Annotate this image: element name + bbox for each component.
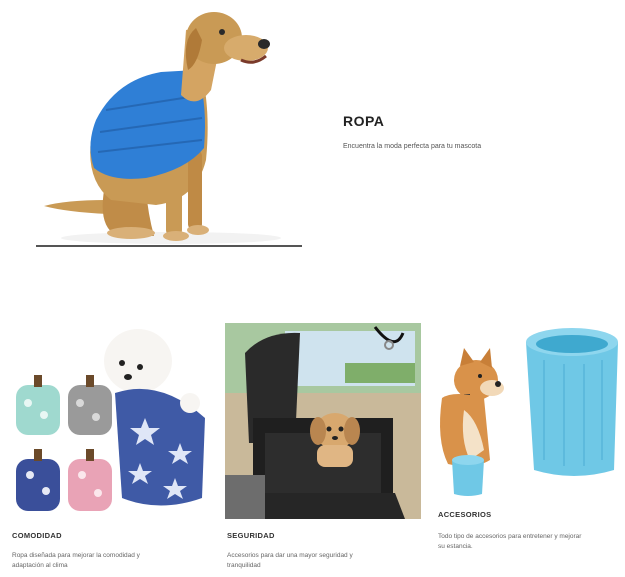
seguridad-image [225,323,421,519]
card-description-line: Todo tipo de accesorios para entretener … [438,533,582,540]
card-title-accesorios: ACCESORIOS [438,510,492,519]
card-description-line: su estancia. [438,543,473,550]
card-description-line: adaptación al clima [12,562,68,569]
hero-image [36,0,302,250]
card-description-line: Accesorios para dar una mayor seguridad … [227,552,353,559]
card-description-comodidad: Ropa diseñada para mejorar la comodidad … [12,551,140,571]
dog-in-vest-illustration [36,0,302,250]
card-description-seguridad: Accesorios para dar una mayor seguridad … [227,551,353,571]
hero-underline [36,245,302,247]
paw-cleaner-illustration [434,320,622,498]
card-title-seguridad: SEGURIDAD [227,531,275,540]
hero-title: ROPA [343,113,385,129]
card-description-accesorios: Todo tipo de accesorios para entretener … [438,532,581,552]
comodidad-image [10,323,210,518]
card-description-line: tranquilidad [227,562,261,569]
card-description-line: Ropa diseñada para mejorar la comodidad … [12,552,140,559]
card-title-comodidad: COMODIDAD [12,531,62,540]
hero-description: Encuentra la moda perfecta para tu masco… [343,143,482,150]
pajamas-illustration [10,323,210,518]
car-seat-illustration [225,323,421,519]
accesorios-image [434,320,622,498]
